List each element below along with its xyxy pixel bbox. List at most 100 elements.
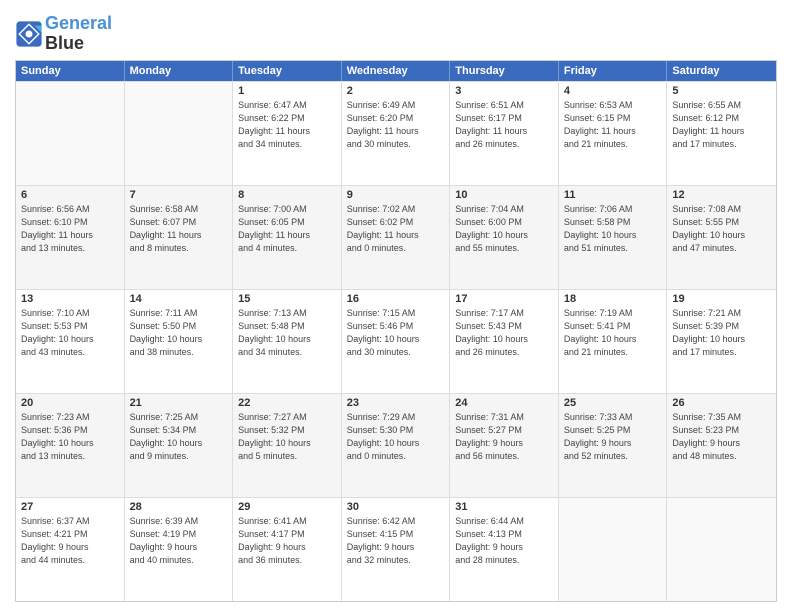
- day-cell-20: 20 Sunrise: 7:23 AM Sunset: 5:36 PM Dayli…: [16, 394, 125, 497]
- day-info: Sunrise: 6:44 AM Sunset: 4:13 PM Dayligh…: [455, 515, 553, 567]
- day-cell-22: 22 Sunrise: 7:27 AM Sunset: 5:32 PM Dayli…: [233, 394, 342, 497]
- header: GeneralBlue: [15, 10, 777, 54]
- day-cell-9: 9 Sunrise: 7:02 AM Sunset: 6:02 PM Daylig…: [342, 186, 451, 289]
- logo-icon: [15, 20, 43, 48]
- day-info: Sunrise: 7:10 AM Sunset: 5:53 PM Dayligh…: [21, 307, 119, 359]
- header-day-wednesday: Wednesday: [342, 61, 451, 81]
- day-info: Sunrise: 6:58 AM Sunset: 6:07 PM Dayligh…: [130, 203, 228, 255]
- day-number: 2: [347, 85, 445, 97]
- calendar-row-4: 20 Sunrise: 7:23 AM Sunset: 5:36 PM Dayli…: [16, 393, 776, 497]
- day-cell-21: 21Sunrise: 7:25 AM Sunset: 5:34 PM Dayli…: [125, 394, 234, 497]
- day-info: Sunrise: 7:29 AM Sunset: 5:30 PM Dayligh…: [347, 411, 445, 463]
- day-number: 16: [347, 293, 445, 305]
- day-info: Sunrise: 6:56 AM Sunset: 6:10 PM Dayligh…: [21, 203, 119, 255]
- day-number: 15: [238, 293, 336, 305]
- day-info: Sunrise: 6:37 AM Sunset: 4:21 PM Dayligh…: [21, 515, 119, 567]
- day-info: Sunrise: 7:21 AM Sunset: 5:39 PM Dayligh…: [672, 307, 771, 359]
- header-day-saturday: Saturday: [667, 61, 776, 81]
- day-cell-13: 13 Sunrise: 7:10 AM Sunset: 5:53 PM Dayli…: [16, 290, 125, 393]
- day-number: 25: [564, 397, 662, 409]
- calendar-row-3: 13 Sunrise: 7:10 AM Sunset: 5:53 PM Dayli…: [16, 289, 776, 393]
- calendar-body: 1Sunrise: 6:47 AM Sunset: 6:22 PM Daylig…: [16, 81, 776, 601]
- header-day-monday: Monday: [125, 61, 234, 81]
- day-info: Sunrise: 7:00 AM Sunset: 6:05 PM Dayligh…: [238, 203, 336, 255]
- day-number: 28: [130, 501, 228, 513]
- day-info: Sunrise: 7:08 AM Sunset: 5:55 PM Dayligh…: [672, 203, 771, 255]
- day-number: 6: [21, 189, 119, 201]
- day-cell-15: 15Sunrise: 7:13 AM Sunset: 5:48 PM Dayli…: [233, 290, 342, 393]
- day-info: Sunrise: 7:27 AM Sunset: 5:32 PM Dayligh…: [238, 411, 336, 463]
- day-info: Sunrise: 7:11 AM Sunset: 5:50 PM Dayligh…: [130, 307, 228, 359]
- logo-text: GeneralBlue: [45, 14, 112, 54]
- day-cell-2: 2 Sunrise: 6:49 AM Sunset: 6:20 PM Daylig…: [342, 82, 451, 185]
- day-info: Sunrise: 7:04 AM Sunset: 6:00 PM Dayligh…: [455, 203, 553, 255]
- header-day-sunday: Sunday: [16, 61, 125, 81]
- day-number: 5: [672, 85, 771, 97]
- day-number: 10: [455, 189, 553, 201]
- day-info: Sunrise: 6:42 AM Sunset: 4:15 PM Dayligh…: [347, 515, 445, 567]
- day-cell-30: 30 Sunrise: 6:42 AM Sunset: 4:15 PM Dayli…: [342, 498, 451, 601]
- day-number: 26: [672, 397, 771, 409]
- day-cell-12: 12 Sunrise: 7:08 AM Sunset: 5:55 PM Dayli…: [667, 186, 776, 289]
- day-cell-17: 17 Sunrise: 7:17 AM Sunset: 5:43 PM Dayli…: [450, 290, 559, 393]
- day-info: Sunrise: 7:19 AM Sunset: 5:41 PM Dayligh…: [564, 307, 662, 359]
- day-info: Sunrise: 7:02 AM Sunset: 6:02 PM Dayligh…: [347, 203, 445, 255]
- day-number: 27: [21, 501, 119, 513]
- day-cell-3: 3Sunrise: 6:51 AM Sunset: 6:17 PM Daylig…: [450, 82, 559, 185]
- day-cell-27: 27 Sunrise: 6:37 AM Sunset: 4:21 PM Dayli…: [16, 498, 125, 601]
- day-cell-19: 19 Sunrise: 7:21 AM Sunset: 5:39 PM Dayli…: [667, 290, 776, 393]
- day-number: 8: [238, 189, 336, 201]
- day-info: Sunrise: 7:31 AM Sunset: 5:27 PM Dayligh…: [455, 411, 553, 463]
- calendar-row-1: 1Sunrise: 6:47 AM Sunset: 6:22 PM Daylig…: [16, 81, 776, 185]
- empty-cell: [667, 498, 776, 601]
- day-number: 23: [347, 397, 445, 409]
- day-info: Sunrise: 7:25 AM Sunset: 5:34 PM Dayligh…: [130, 411, 228, 463]
- day-number: 19: [672, 293, 771, 305]
- day-number: 29: [238, 501, 336, 513]
- day-number: 13: [21, 293, 119, 305]
- day-cell-24: 24 Sunrise: 7:31 AM Sunset: 5:27 PM Dayli…: [450, 394, 559, 497]
- day-number: 18: [564, 293, 662, 305]
- day-number: 7: [130, 189, 228, 201]
- day-cell-31: 31 Sunrise: 6:44 AM Sunset: 4:13 PM Dayli…: [450, 498, 559, 601]
- day-cell-18: 18 Sunrise: 7:19 AM Sunset: 5:41 PM Dayli…: [559, 290, 668, 393]
- day-number: 31: [455, 501, 553, 513]
- day-number: 30: [347, 501, 445, 513]
- day-number: 4: [564, 85, 662, 97]
- day-cell-16: 16 Sunrise: 7:15 AM Sunset: 5:46 PM Dayli…: [342, 290, 451, 393]
- header-day-tuesday: Tuesday: [233, 61, 342, 81]
- page: GeneralBlue SundayMondayTuesdayWednesday…: [0, 0, 792, 612]
- day-number: 12: [672, 189, 771, 201]
- logo: GeneralBlue: [15, 14, 112, 54]
- day-info: Sunrise: 7:17 AM Sunset: 5:43 PM Dayligh…: [455, 307, 553, 359]
- day-cell-25: 25 Sunrise: 7:33 AM Sunset: 5:25 PM Dayli…: [559, 394, 668, 497]
- day-cell-4: 4Sunrise: 6:53 AM Sunset: 6:15 PM Daylig…: [559, 82, 668, 185]
- day-cell-14: 14 Sunrise: 7:11 AM Sunset: 5:50 PM Dayli…: [125, 290, 234, 393]
- day-cell-8: 8 Sunrise: 7:00 AM Sunset: 6:05 PM Daylig…: [233, 186, 342, 289]
- day-cell-11: 11Sunrise: 7:06 AM Sunset: 5:58 PM Dayli…: [559, 186, 668, 289]
- day-info: Sunrise: 6:49 AM Sunset: 6:20 PM Dayligh…: [347, 99, 445, 151]
- day-cell-28: 28Sunrise: 6:39 AM Sunset: 4:19 PM Dayli…: [125, 498, 234, 601]
- empty-cell: [125, 82, 234, 185]
- day-number: 1: [238, 85, 336, 97]
- empty-cell: [16, 82, 125, 185]
- day-info: Sunrise: 7:06 AM Sunset: 5:58 PM Dayligh…: [564, 203, 662, 255]
- day-info: Sunrise: 6:55 AM Sunset: 6:12 PM Dayligh…: [672, 99, 771, 151]
- day-cell-29: 29 Sunrise: 6:41 AM Sunset: 4:17 PM Dayli…: [233, 498, 342, 601]
- day-info: Sunrise: 6:41 AM Sunset: 4:17 PM Dayligh…: [238, 515, 336, 567]
- day-number: 22: [238, 397, 336, 409]
- day-number: 24: [455, 397, 553, 409]
- day-info: Sunrise: 7:23 AM Sunset: 5:36 PM Dayligh…: [21, 411, 119, 463]
- day-cell-10: 10 Sunrise: 7:04 AM Sunset: 6:00 PM Dayli…: [450, 186, 559, 289]
- day-info: Sunrise: 7:33 AM Sunset: 5:25 PM Dayligh…: [564, 411, 662, 463]
- day-number: 17: [455, 293, 553, 305]
- day-number: 14: [130, 293, 228, 305]
- day-cell-26: 26 Sunrise: 7:35 AM Sunset: 5:23 PM Dayli…: [667, 394, 776, 497]
- calendar-row-2: 6 Sunrise: 6:56 AM Sunset: 6:10 PM Daylig…: [16, 185, 776, 289]
- day-number: 20: [21, 397, 119, 409]
- day-info: Sunrise: 7:15 AM Sunset: 5:46 PM Dayligh…: [347, 307, 445, 359]
- header-day-friday: Friday: [559, 61, 668, 81]
- day-number: 9: [347, 189, 445, 201]
- day-cell-6: 6 Sunrise: 6:56 AM Sunset: 6:10 PM Daylig…: [16, 186, 125, 289]
- day-info: Sunrise: 7:35 AM Sunset: 5:23 PM Dayligh…: [672, 411, 771, 463]
